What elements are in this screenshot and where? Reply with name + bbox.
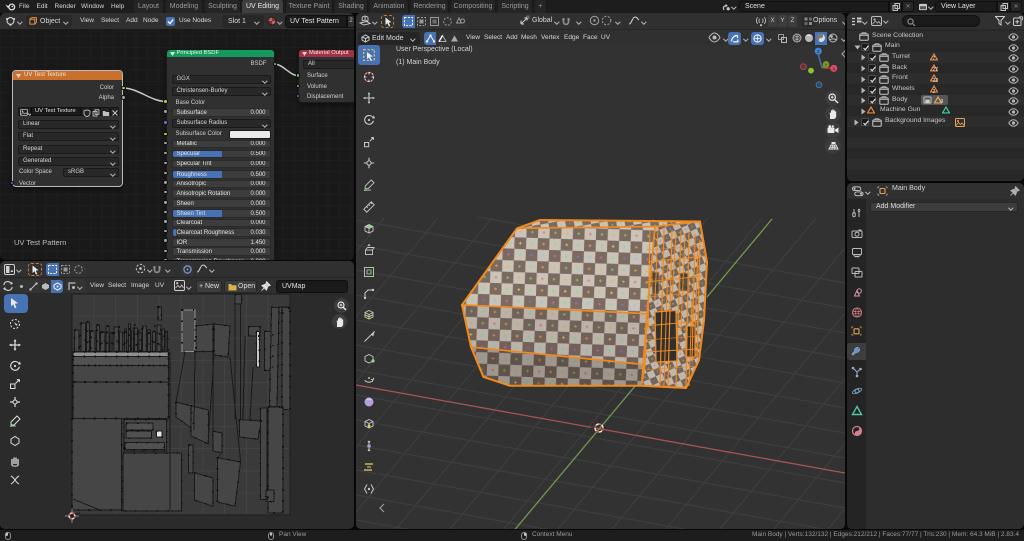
svg-text:Z: Z (817, 49, 820, 55)
